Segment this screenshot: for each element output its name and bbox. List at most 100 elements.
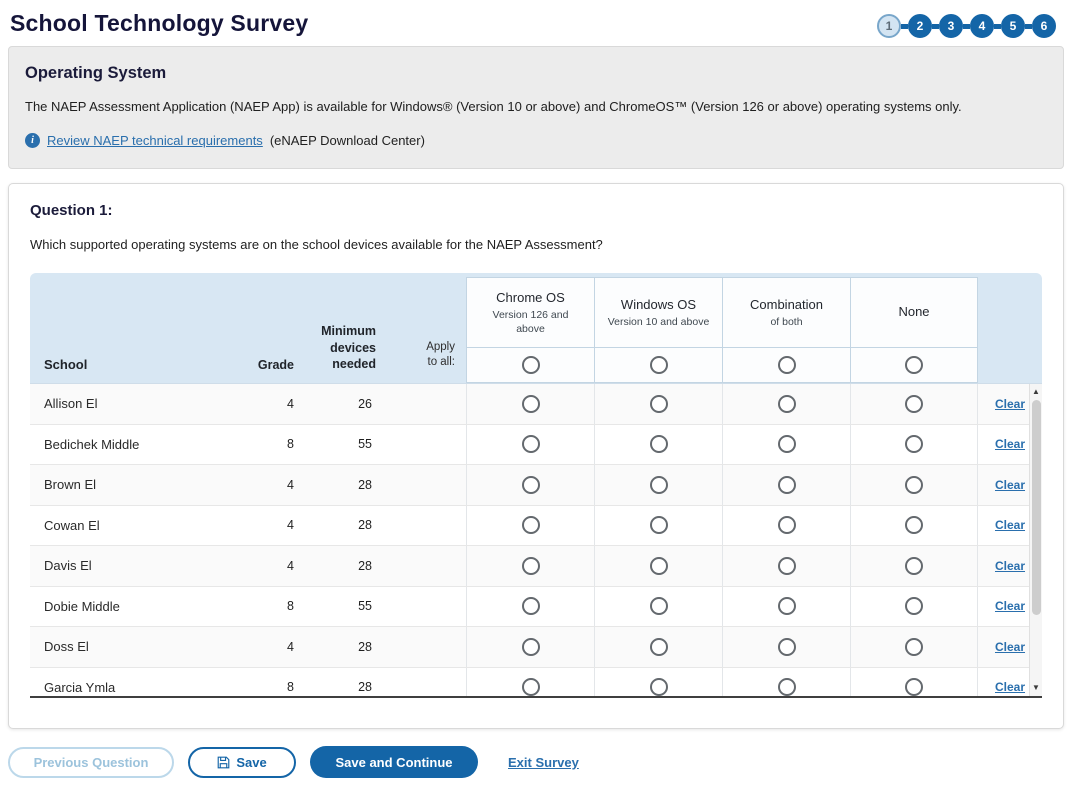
apply-all-none-radio[interactable]: [905, 356, 923, 374]
clear-link[interactable]: Clear: [995, 518, 1025, 532]
apply-spacer-cell: [392, 627, 466, 667]
grade-value: 4: [242, 465, 300, 505]
windows-os-radio[interactable]: [650, 678, 668, 696]
apply-spacer-cell: [392, 425, 466, 465]
combination-radio[interactable]: [778, 435, 796, 453]
question-text: Which supported operating systems are on…: [30, 237, 1042, 252]
chrome-os-radio[interactable]: [522, 638, 540, 656]
step-indicator: 123456: [877, 14, 1056, 38]
windows-os-cell: [594, 384, 722, 424]
combination-cell: [722, 627, 850, 667]
none-radio[interactable]: [905, 557, 923, 575]
none-radio[interactable]: [905, 395, 923, 413]
grade-value: 4: [242, 506, 300, 546]
none-radio[interactable]: [905, 476, 923, 494]
windows-os-radio[interactable]: [650, 476, 668, 494]
windows-os-radio[interactable]: [650, 435, 668, 453]
scroll-up-icon[interactable]: ▲: [1030, 385, 1042, 399]
chrome-os-radio[interactable]: [522, 476, 540, 494]
tech-requirements-link[interactable]: Review NAEP technical requirements: [47, 133, 263, 148]
scrollbar-thumb[interactable]: [1032, 400, 1041, 615]
apply-all-chrome-os-radio[interactable]: [522, 356, 540, 374]
clear-link[interactable]: Clear: [995, 680, 1025, 694]
windows-os-radio[interactable]: [650, 395, 668, 413]
combination-cell: [722, 384, 850, 424]
step-4[interactable]: 4: [970, 14, 994, 38]
step-1-active[interactable]: 1: [877, 14, 901, 38]
none-radio[interactable]: [905, 638, 923, 656]
previous-question-button[interactable]: Previous Question: [8, 747, 174, 778]
chrome-os-radio[interactable]: [522, 435, 540, 453]
option-title: Windows OS: [621, 297, 696, 312]
apply-spacer-cell: [392, 587, 466, 627]
clear-link[interactable]: Clear: [995, 478, 1025, 492]
clear-link[interactable]: Clear: [995, 437, 1025, 451]
step-3[interactable]: 3: [939, 14, 963, 38]
chrome-os-radio[interactable]: [522, 597, 540, 615]
step-connector: [1025, 24, 1032, 29]
none-radio[interactable]: [905, 516, 923, 534]
step-5[interactable]: 5: [1001, 14, 1025, 38]
combination-radio[interactable]: [778, 678, 796, 696]
windows-os-cell: [594, 668, 722, 699]
none-radio[interactable]: [905, 435, 923, 453]
table-row: Doss El 4 28 Clear: [30, 627, 1042, 668]
step-2[interactable]: 2: [908, 14, 932, 38]
chrome-os-cell: [466, 627, 594, 667]
none-radio[interactable]: [905, 597, 923, 615]
apply-all-windows-os-radio[interactable]: [650, 356, 668, 374]
apply-all-combination-cell: [722, 347, 850, 383]
chrome-os-radio[interactable]: [522, 516, 540, 534]
combination-radio[interactable]: [778, 516, 796, 534]
combination-radio[interactable]: [778, 476, 796, 494]
none-radio[interactable]: [905, 678, 923, 696]
clear-link[interactable]: Clear: [995, 599, 1025, 613]
combination-radio[interactable]: [778, 395, 796, 413]
table-header: School Grade Minimum devices needed Appl…: [30, 273, 1042, 384]
windows-os-radio[interactable]: [650, 597, 668, 615]
windows-os-radio[interactable]: [650, 638, 668, 656]
option-title: None: [898, 304, 929, 319]
chrome-os-radio[interactable]: [522, 557, 540, 575]
combination-radio[interactable]: [778, 597, 796, 615]
combination-cell: [722, 425, 850, 465]
save-button-label: Save: [236, 755, 266, 770]
clear-link[interactable]: Clear: [995, 559, 1025, 573]
min-devices-value: 28: [300, 668, 392, 699]
apply-all-combination-radio[interactable]: [778, 356, 796, 374]
windows-os-cell: [594, 587, 722, 627]
apply-spacer-cell: [392, 465, 466, 505]
question-card: Question 1: Which supported operating sy…: [8, 183, 1064, 729]
option-header-windows-os: Windows OS Version 10 and above: [594, 277, 722, 347]
save-and-continue-button[interactable]: Save and Continue: [310, 746, 478, 778]
vertical-scrollbar[interactable]: ▲ ▼: [1029, 384, 1042, 696]
table-row: Bedichek Middle 8 55 Clear: [30, 425, 1042, 466]
chrome-os-radio[interactable]: [522, 395, 540, 413]
chrome-os-cell: [466, 384, 594, 424]
none-cell: [850, 506, 978, 546]
windows-os-radio[interactable]: [650, 557, 668, 575]
none-cell: [850, 384, 978, 424]
none-cell: [850, 668, 978, 699]
combination-radio[interactable]: [778, 557, 796, 575]
save-button[interactable]: Save: [188, 747, 296, 778]
clear-link[interactable]: Clear: [995, 397, 1025, 411]
chrome-os-radio[interactable]: [522, 678, 540, 696]
chrome-os-cell: [466, 506, 594, 546]
step-6[interactable]: 6: [1032, 14, 1056, 38]
option-title: Chrome OS: [496, 290, 565, 305]
chrome-os-cell: [466, 425, 594, 465]
apply-all-chrome-os-cell: [466, 347, 594, 383]
grade-value: 4: [242, 627, 300, 667]
chrome-os-cell: [466, 465, 594, 505]
combination-radio[interactable]: [778, 638, 796, 656]
table-body: Allison El 4 26 Clear Bedichek Middle 8 …: [30, 384, 1042, 698]
grade-value: 4: [242, 384, 300, 424]
windows-os-radio[interactable]: [650, 516, 668, 534]
school-name: Dobie Middle: [30, 587, 242, 627]
scroll-down-icon[interactable]: ▼: [1030, 681, 1042, 695]
grade-value: 8: [242, 668, 300, 699]
info-panel-heading: Operating System: [25, 64, 1047, 83]
clear-link[interactable]: Clear: [995, 640, 1025, 654]
exit-survey-link[interactable]: Exit Survey: [508, 755, 579, 770]
